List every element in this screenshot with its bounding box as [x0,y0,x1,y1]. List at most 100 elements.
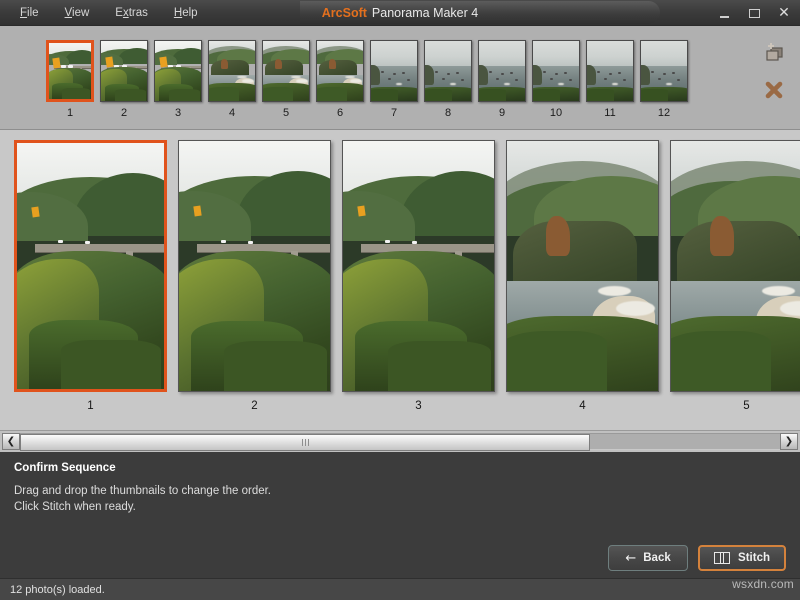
thumbnail-image[interactable] [586,40,634,102]
preview-image[interactable] [670,140,800,392]
window-controls: ✕ [716,0,792,26]
photo-scene [641,41,687,101]
menu-mnemonic-file: F [20,6,28,19]
stitch-button-label: Stitch [738,552,770,564]
horizontal-scrollbar[interactable]: ❮ ❯ [0,430,800,452]
minimize-icon [719,15,729,18]
preview-image[interactable] [178,140,331,392]
preview-number: 4 [579,400,586,412]
thumbnail-item[interactable]: 1 [46,40,94,119]
minimize-button[interactable] [716,5,732,21]
thumbnail-image[interactable] [46,40,94,102]
menu-item-extras[interactable]: Extras [113,5,150,21]
close-icon: ✕ [778,5,790,21]
thumbnail-list: 1 2 3 4 5 6 7 8 9 10 11 12 [46,40,688,119]
thumbnail-item[interactable]: 10 [532,40,580,119]
preview-number: 1 [87,400,94,412]
thumbnail-item[interactable]: 7 [370,40,418,119]
thumbnail-image[interactable] [262,40,310,102]
thumbnail-item[interactable]: 4 [208,40,256,119]
preview-item[interactable]: 5 [670,140,800,412]
thumbnail-item[interactable]: 8 [424,40,472,119]
menu-prefix-extras: E [115,6,123,19]
thumbnail-number: 12 [657,107,671,119]
preview-item[interactable]: 2 [178,140,331,412]
photo-scene [209,41,255,101]
preview-item[interactable]: 4 [506,140,659,412]
scroll-left-button[interactable]: ❮ [2,433,20,450]
preview-number: 2 [251,400,258,412]
back-button[interactable]: ← Back [608,545,689,571]
preview-number: 3 [415,400,422,412]
photo-scene [179,141,330,391]
thumbnail-item[interactable]: 2 [100,40,148,119]
preview-image[interactable] [342,140,495,392]
remove-photo-button[interactable] [762,78,786,102]
thumbnail-number: 3 [174,107,182,119]
thumbnail-image[interactable] [100,40,148,102]
menu-item-file[interactable]: File [18,5,41,21]
add-photos-icon [766,43,783,61]
photo-scene [533,41,579,101]
thumbnail-strip: 1 2 3 4 5 6 7 8 9 10 11 12 [0,26,800,130]
maximize-icon [748,8,760,18]
photo-scene [371,41,417,101]
menu-item-help[interactable]: Help [172,5,200,21]
strip-toolbar [762,40,786,102]
arrow-left-icon: ← [625,550,637,566]
status-bar: 12 photo(s) loaded. [0,578,800,600]
menu-item-view[interactable]: View [63,5,92,21]
preview-item[interactable]: 3 [342,140,495,412]
photo-scene [507,141,658,391]
title-bar-gloss [300,1,660,24]
title-bar[interactable]: File View Extras Help ArcSoft Panorama M… [0,0,800,26]
thumbnail-number: 4 [228,107,236,119]
thumbnail-item[interactable]: 3 [154,40,202,119]
thumbnail-item[interactable]: 11 [586,40,634,119]
preview-image[interactable] [506,140,659,392]
stitch-panels-icon [714,552,731,564]
thumbnail-image[interactable] [532,40,580,102]
thumbnail-item[interactable]: 12 [640,40,688,119]
scroll-right-button[interactable]: ❯ [780,433,798,450]
thumbnail-image[interactable] [640,40,688,102]
thumbnail-image[interactable] [208,40,256,102]
photo-scene [155,41,201,101]
scrollbar-track[interactable] [20,433,780,451]
photo-scene [101,41,147,101]
stitch-button[interactable]: Stitch [698,545,786,571]
thumbnail-item[interactable]: 9 [478,40,526,119]
photo-scene [17,143,164,389]
action-bar: ← Back Stitch wsxdn.com [0,538,800,591]
preview-item[interactable]: 1 [14,140,167,412]
thumbnail-number: 7 [390,107,398,119]
thumbnail-image[interactable] [478,40,526,102]
status-text: 12 photo(s) loaded. [10,583,105,596]
add-photos-button[interactable] [762,40,786,64]
thumbnail-item[interactable]: 6 [316,40,364,119]
menu-mnemonic-help: H [173,6,183,19]
step-title: Confirm Sequence [14,462,116,474]
photo-scene [263,41,309,101]
thumbnail-image[interactable] [154,40,202,102]
scrollbar-thumb[interactable] [20,434,590,451]
product-name: Panorama Maker 4 [371,6,479,20]
thumbnail-number: 11 [604,107,616,119]
photo-scene [343,141,494,391]
close-icon [765,81,783,99]
brand-name: ArcSoft [321,6,367,20]
preview-number: 5 [743,400,750,412]
grip-icon [301,439,309,446]
photo-scene [587,41,633,101]
close-button[interactable]: ✕ [776,5,792,21]
preview-image[interactable] [14,140,167,392]
menu-mnemonic-view: V [64,6,73,19]
instruction-line-2: Click Stitch when ready. [14,501,136,513]
thumbnail-item[interactable]: 5 [262,40,310,119]
menu-label-file: ile [27,6,39,19]
thumbnail-number: 10 [549,107,563,119]
thumbnail-image[interactable] [316,40,364,102]
maximize-button[interactable] [746,5,762,21]
thumbnail-image[interactable] [424,40,472,102]
thumbnail-image[interactable] [370,40,418,102]
